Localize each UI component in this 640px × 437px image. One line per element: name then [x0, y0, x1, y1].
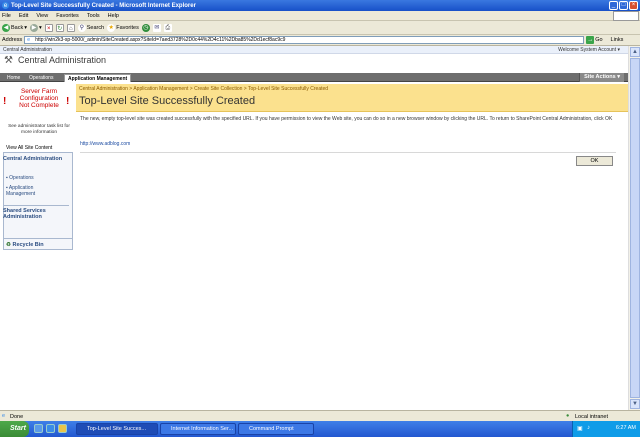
scroll-up-arrow-icon[interactable]: ▲: [630, 47, 640, 57]
refresh-icon[interactable]: ↻: [55, 23, 64, 32]
search-icon: ⚲: [77, 23, 86, 32]
page-header: Central Administration > Application Man…: [76, 84, 628, 112]
ie-quicklaunch-icon[interactable]: [46, 424, 55, 433]
warning-line-2: Configuration: [19, 95, 59, 102]
system-tray: ▣ ♪ 6:27 AM: [572, 421, 640, 437]
history-icon[interactable]: ◷: [141, 23, 150, 32]
forward-arrow-icon: ▶: [30, 23, 38, 32]
nav-operations-label: Operations: [9, 175, 34, 181]
address-bar: Address e http://win2k3-sp-5000/_admin/S…: [0, 35, 640, 46]
page-viewport: Central Administration Welcome System Ac…: [0, 46, 628, 410]
go-button[interactable]: → Go: [586, 36, 603, 44]
new-site-url-link[interactable]: http://www.adblog.com: [80, 141, 130, 147]
ok-button[interactable]: OK: [576, 156, 613, 166]
menu-file[interactable]: File: [2, 13, 11, 19]
scroll-thumb[interactable]: [630, 58, 640, 398]
windows-logo-icon: [613, 11, 639, 21]
task-command-prompt[interactable]: Command Prompt: [238, 423, 314, 435]
menu-view[interactable]: View: [36, 13, 48, 19]
view-all-site-content-link[interactable]: View All Site Content: [3, 144, 73, 153]
nav-app-mgmt-label: Application Management: [6, 185, 36, 197]
search-label: Search: [86, 24, 105, 31]
divider: [80, 152, 616, 153]
menu-edit[interactable]: Edit: [19, 13, 28, 19]
volume-icon[interactable]: ♪: [587, 425, 590, 431]
site-actions-menu[interactable]: Site Actions ▾: [579, 73, 624, 82]
welcome-menu[interactable]: Welcome System Account ▾: [558, 47, 620, 53]
success-message: The new, empty top-level site was create…: [80, 116, 613, 122]
explorer-quicklaunch-icon[interactable]: [58, 424, 67, 433]
status-text: Done: [10, 414, 24, 420]
top-site-link[interactable]: Central Administration: [3, 47, 52, 53]
taskbar: Start Top-Level Site Succes... Internet …: [0, 421, 640, 437]
close-button[interactable]: ×: [629, 1, 638, 10]
vertical-scrollbar[interactable]: ▲ ▼: [628, 46, 640, 410]
address-label: Address: [2, 37, 23, 43]
breadcrumb[interactable]: Central Administration > Application Man…: [79, 86, 328, 92]
address-value: http://win2k3-sp-5000/_admin/SiteCreated…: [35, 37, 286, 43]
go-arrow-icon: →: [586, 36, 595, 44]
stop-icon[interactable]: ×: [44, 23, 53, 32]
maximize-button[interactable]: □: [619, 1, 628, 10]
left-nav: ! ! Server Farm Configuration Not Comple…: [0, 82, 75, 410]
home-icon[interactable]: ⌂: [66, 23, 75, 32]
search-button[interactable]: ⚲ Search: [77, 23, 105, 32]
tab-home[interactable]: Home: [4, 74, 23, 82]
done-page-icon: e: [2, 413, 6, 419]
menu-help[interactable]: Help: [108, 13, 119, 19]
recycle-bin-label: Recycle Bin: [12, 242, 44, 248]
back-label: Back: [11, 24, 24, 31]
favorites-label: Favorites: [116, 24, 139, 31]
network-icon[interactable]: ▣: [577, 425, 583, 432]
warning-line-3: Not Complete: [19, 102, 59, 109]
links-button[interactable]: Links: [611, 37, 624, 43]
warning-line-1: Server Farm: [20, 88, 58, 95]
mail-icon[interactable]: ✉: [152, 23, 161, 32]
central-admin-heading[interactable]: Central Administration: [3, 156, 63, 162]
minimize-button[interactable]: _: [609, 1, 618, 10]
task-iis-manager[interactable]: Internet Information Ser...: [160, 423, 236, 435]
page-title: Top-Level Site Successfully Created: [79, 95, 256, 107]
print-icon[interactable]: ⎙: [163, 23, 172, 32]
page-icon: e: [27, 37, 30, 43]
sp-top-strip: Central Administration Welcome System Ac…: [0, 46, 628, 54]
forward-button[interactable]: ▶ ▾: [30, 23, 42, 32]
recycle-bin-icon: ♻: [6, 242, 11, 248]
start-button[interactable]: Start: [0, 421, 29, 437]
go-label: Go: [595, 37, 603, 43]
task-list-note[interactable]: See administrator task list for more inf…: [4, 124, 74, 136]
ie-icon: e: [2, 2, 9, 9]
menu-tools[interactable]: Tools: [87, 13, 100, 19]
nav-item-application-management[interactable]: ▪ Application Management: [6, 185, 56, 197]
clock[interactable]: 6:27 AM: [616, 425, 636, 431]
menu-favorites[interactable]: Favorites: [56, 13, 79, 19]
star-icon: ★: [107, 23, 116, 32]
nav-item-operations[interactable]: ▪ Operations: [6, 175, 34, 181]
show-desktop-icon[interactable]: [34, 424, 43, 433]
tab-application-management[interactable]: Application Management: [64, 74, 132, 82]
status-bar: e Done ● Local intranet: [0, 410, 640, 421]
window-title: Top-Level Site Successfully Created - Mi…: [11, 2, 196, 9]
security-zone: Local intranet: [575, 414, 609, 420]
scroll-down-arrow-icon[interactable]: ▼: [630, 399, 640, 409]
admin-tools-icon: ⚒: [4, 55, 13, 66]
favorites-button[interactable]: ★ Favorites: [107, 23, 139, 32]
toolbar: ◀ Back ▾ ▶ ▾ × ↻ ⌂ ⚲ Search ★ Favorites …: [0, 21, 640, 35]
shared-services-heading[interactable]: Shared Services Administration: [3, 205, 69, 220]
intranet-zone-icon: ●: [566, 413, 570, 419]
farm-config-warning[interactable]: Server Farm Configuration Not Complete: [4, 88, 74, 109]
recycle-bin-link[interactable]: ♻ Recycle Bin: [3, 238, 73, 250]
top-nav: Home Operations Application Management S…: [0, 73, 628, 82]
site-title[interactable]: Central Administration: [18, 55, 106, 65]
back-button[interactable]: ◀ Back ▾: [2, 23, 27, 32]
tab-operations[interactable]: Operations: [26, 74, 56, 82]
back-arrow-icon: ◀: [2, 23, 10, 32]
address-input[interactable]: e http://win2k3-sp-5000/_admin/SiteCreat…: [24, 36, 585, 44]
title-bar: e Top-Level Site Successfully Created - …: [0, 0, 640, 11]
task-ie-window[interactable]: Top-Level Site Succes...: [76, 423, 158, 435]
menu-bar: File Edit View Favorites Tools Help: [0, 11, 640, 21]
